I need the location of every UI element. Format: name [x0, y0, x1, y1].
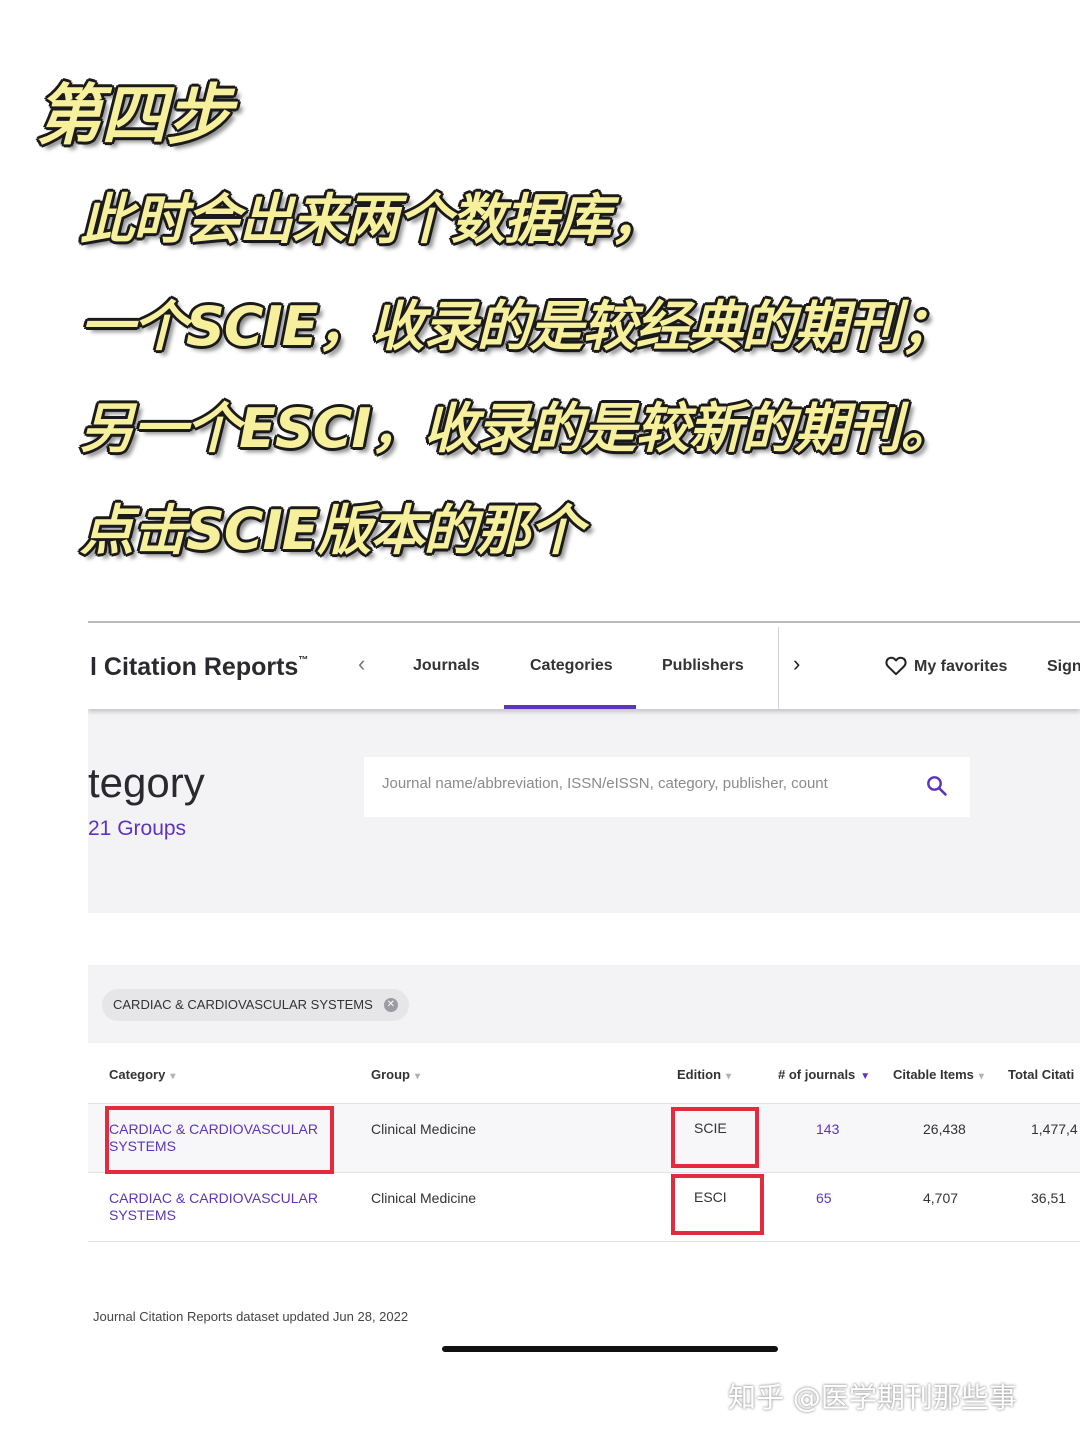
active-tab-indicator [504, 705, 636, 709]
column-header-group[interactable]: Group ▾ [371, 1067, 420, 1082]
filter-chip-label: CARDIAC & CARDIOVASCULAR SYSTEMS [113, 997, 373, 1012]
sort-icon: ▾ [978, 1071, 984, 1082]
my-favorites-link[interactable]: My favorites [914, 658, 1007, 676]
trademark-mark: ™ [298, 655, 309, 666]
brand-name: l Citation Reports [90, 653, 299, 681]
highlight-box-scie [671, 1107, 759, 1168]
toolbar-band [88, 913, 1080, 965]
close-icon[interactable]: ✕ [383, 998, 398, 1012]
instruction-caption: 第四步 此时会出来两个数据库， 一个SCIE，收录的是较经典的期刊； 另一个ES… [0, 0, 1080, 600]
tab-categories[interactable]: Categories [530, 657, 613, 675]
caption-line: 另一个ESCI，收录的是较新的期刊。 [80, 397, 954, 460]
tab-publishers[interactable]: Publishers [662, 657, 744, 675]
total-citations-cell: 36,51 [1031, 1190, 1067, 1206]
total-citations-cell: 1,477,4 [1031, 1121, 1078, 1137]
search-input[interactable] [382, 775, 862, 792]
group-cell: Clinical Medicine [371, 1121, 477, 1137]
category-link[interactable]: CARDIAC & CARDIOVASCULAR SYSTEMS [109, 1190, 329, 1224]
filter-chip[interactable]: CARDIAC & CARDIOVASCULAR SYSTEMS ✕ [102, 989, 409, 1021]
journals-count-link[interactable]: 65 [816, 1190, 832, 1206]
sign-in-link[interactable]: Sign [1047, 658, 1080, 676]
journals-count-link[interactable]: 143 [816, 1121, 839, 1137]
caption-line: 此时会出来两个数据库， [80, 188, 664, 251]
citable-items-cell: 26,438 [923, 1121, 966, 1137]
jcr-screenshot: l Citation Reports™ ‹ Journals Categorie… [88, 621, 1080, 1357]
column-header-edition[interactable]: Edition ▾ [677, 1067, 731, 1082]
heart-icon[interactable] [885, 656, 907, 676]
sort-icon: ▾ [415, 1071, 421, 1082]
column-header-label: Citable Items [893, 1067, 974, 1082]
sort-icon: ▾ [726, 1071, 732, 1082]
citable-items-cell: 4,707 [923, 1190, 959, 1206]
chevron-right-icon[interactable]: › [793, 651, 800, 677]
top-navbar: l Citation Reports™ ‹ Journals Categorie… [88, 621, 1080, 709]
column-header-total-citations[interactable]: Total Citati [1008, 1067, 1074, 1082]
search-icon[interactable] [926, 775, 948, 797]
caption-line: 点击SCIE版本的那个 [80, 499, 584, 562]
chevron-left-icon[interactable]: ‹ [358, 651, 365, 677]
column-header-label: Edition [677, 1067, 722, 1082]
page-title: tegory [88, 759, 205, 806]
column-header-label: Total Citati [1008, 1067, 1075, 1082]
caption-line: 一个SCIE，收录的是较经典的期刊； [80, 295, 954, 358]
groups-count-link[interactable]: 21 Groups [88, 817, 186, 841]
step-heading: 第四步 [36, 77, 232, 154]
column-header-label: Group [371, 1067, 410, 1082]
column-header-citable-items[interactable]: Citable Items ▾ [893, 1067, 984, 1082]
brand-logo[interactable]: l Citation Reports™ [90, 653, 308, 682]
watermark: 知乎 @医学期刊那些事 [728, 1381, 1017, 1414]
column-header-label: # of journals [778, 1067, 856, 1082]
column-header-label: Category [109, 1067, 166, 1082]
highlight-box-category [105, 1106, 334, 1174]
column-header-category[interactable]: Category ▾ [109, 1067, 175, 1082]
nav-divider [778, 627, 779, 709]
home-indicator[interactable] [442, 1346, 778, 1352]
tab-journals[interactable]: Journals [413, 657, 480, 675]
column-header-journals[interactable]: # of journals ▼ [778, 1067, 870, 1082]
highlight-box-esci [671, 1174, 764, 1235]
search-box [364, 757, 970, 817]
table-row: CARDIAC & CARDIOVASCULAR SYSTEMS Clinica… [88, 1172, 1080, 1242]
sort-active-icon: ▼ [860, 1071, 871, 1082]
group-cell: Clinical Medicine [371, 1190, 477, 1206]
dataset-updated-note: Journal Citation Reports dataset updated… [93, 1309, 409, 1324]
sort-icon: ▾ [170, 1071, 176, 1082]
